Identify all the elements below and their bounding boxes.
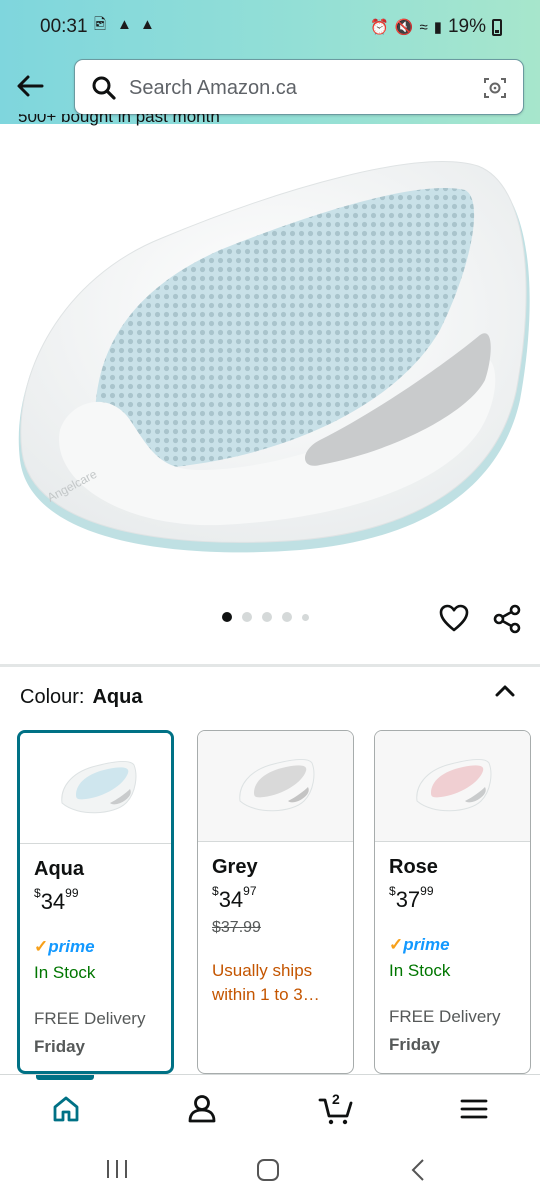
search-bar[interactable] (74, 59, 524, 115)
availability-status: In Stock (34, 963, 96, 982)
delivery-label: FREE Delivery (389, 1007, 501, 1026)
battery-percent: 19% (447, 16, 486, 37)
wishlist-heart-icon[interactable] (438, 603, 470, 633)
account-icon[interactable] (184, 1091, 220, 1127)
app-header: 00:31 🖻 ▲ ▲ ⏰ 🔇 ≈ ▮ 19% (0, 0, 540, 124)
carousel-dot[interactable] (302, 613, 309, 621)
option-name: Aqua (34, 858, 84, 880)
mute-icon: 🔇 (394, 19, 414, 36)
option-name: Grey (212, 856, 258, 878)
snapchat-notification-icon: ▲ (117, 16, 132, 33)
prime-badge: ✓prime (389, 935, 450, 954)
carousel-dot[interactable] (282, 612, 292, 622)
home-icon[interactable] (48, 1091, 84, 1127)
colour-value: Aqua (92, 686, 143, 708)
snapchat-notification-icon: ▲ (140, 16, 155, 33)
list-price: $37.99 (212, 919, 261, 936)
status-right: ⏰ 🔇 ≈ ▮ 19% (370, 16, 502, 38)
colour-label: Colour: (20, 686, 85, 708)
rose-bath-seat-thumbnail (416, 758, 492, 812)
shipping-note: Usually ships within 1 to 3… (212, 961, 320, 1004)
prime-badge: ✓prime (34, 937, 95, 956)
system-nav-bar (0, 1138, 540, 1200)
grey-bath-seat-thumbnail (239, 758, 315, 812)
status-time: 00:31 (40, 16, 88, 37)
option-thumbnail (375, 731, 530, 842)
colour-selector-header: Colour: Aqua (20, 686, 142, 709)
delivery-day: Friday (34, 1037, 86, 1056)
option-price: $3499 (34, 886, 79, 914)
option-thumbnail (198, 731, 353, 842)
recent-apps-icon[interactable] (104, 1158, 130, 1180)
carousel-dot[interactable] (262, 612, 272, 622)
delivery-day: Friday (389, 1035, 441, 1054)
product-image[interactable]: Angelcare (0, 130, 540, 590)
delivery-label: FREE Delivery (34, 1009, 146, 1028)
option-thumbnail (20, 733, 171, 844)
colour-option-grey[interactable]: Grey $3497 $37.99 Usually ships within 1… (197, 730, 354, 1074)
active-tab-indicator (36, 1075, 94, 1080)
image-carousel-dots[interactable] (222, 612, 309, 622)
search-icon (92, 76, 116, 100)
chevron-up-icon[interactable] (492, 680, 518, 702)
option-name: Rose (389, 856, 438, 878)
alarm-icon: ⏰ (370, 19, 389, 36)
home-button-icon[interactable] (256, 1158, 280, 1182)
signal-icon: ▮ (433, 19, 442, 36)
menu-icon[interactable] (456, 1091, 492, 1127)
back-arrow-icon[interactable] (14, 70, 46, 102)
option-price: $3799 (389, 884, 434, 912)
wifi-icon: ≈ (419, 18, 428, 36)
search-input[interactable] (129, 72, 459, 104)
aqua-bath-seat-thumbnail (61, 760, 137, 814)
carousel-dot[interactable] (222, 612, 232, 622)
share-icon[interactable] (492, 604, 522, 634)
availability-status: In Stock (389, 961, 451, 980)
gallery-notification-icon: 🖻 (94, 16, 107, 33)
camera-search-icon[interactable] (483, 76, 507, 100)
carousel-dot[interactable] (242, 612, 252, 622)
option-price: $3497 (212, 884, 257, 912)
bought-in-past-month: 500+ bought in past month (18, 114, 220, 126)
battery-icon (492, 18, 502, 36)
notification-icons: 🖻 ▲ ▲ (94, 16, 158, 34)
cart-count-badge: 2 (332, 1091, 340, 1107)
bottom-nav: 2 (0, 1074, 540, 1138)
section-divider (0, 664, 540, 667)
colour-option-rose[interactable]: Rose $3799 ✓prime In Stock FREE Delivery… (374, 730, 531, 1074)
back-button-icon[interactable] (408, 1158, 430, 1182)
prime-check-icon: ✓ (389, 935, 404, 954)
prime-check-icon: ✓ (34, 937, 49, 956)
status-bar: 00:31 🖻 ▲ ▲ ⏰ 🔇 ≈ ▮ 19% (0, 0, 540, 56)
colour-option-aqua[interactable]: Aqua $3499 ✓prime In Stock FREE Delivery… (17, 730, 174, 1074)
